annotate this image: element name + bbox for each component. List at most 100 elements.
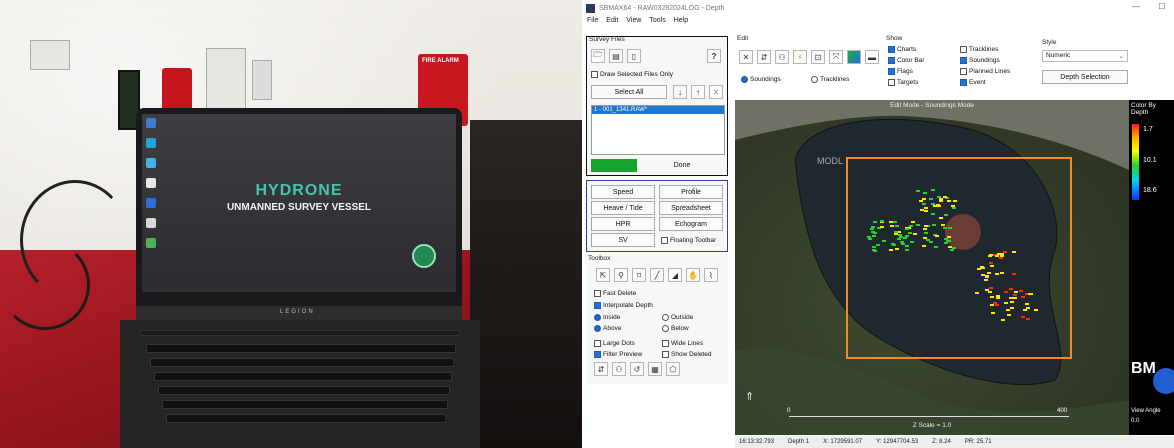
binoculars-icon[interactable]: ⚇ xyxy=(775,50,789,64)
color-map-icon[interactable] xyxy=(847,50,861,64)
remove-file-icon[interactable]: ✕ xyxy=(709,85,723,99)
expand-icon[interactable]: ⤧ xyxy=(829,50,843,64)
maximize-button[interactable]: ☐ xyxy=(1156,2,1168,14)
outside-radio[interactable]: Outside xyxy=(662,314,693,321)
sounding-point xyxy=(880,226,885,228)
inside-radio[interactable]: Inside xyxy=(594,314,620,321)
binoculars-icon[interactable]: ⚇ xyxy=(612,362,626,376)
select-all-button[interactable]: Select All xyxy=(591,85,667,99)
sounding-point xyxy=(912,232,917,235)
sounding-point xyxy=(916,189,921,192)
menu-edit[interactable]: Edit xyxy=(606,17,618,29)
filter-sort-icon[interactable]: ⇵ xyxy=(757,50,771,64)
show-tracklines-checkbox[interactable]: Tracklines xyxy=(960,46,998,53)
above-radio[interactable]: Above xyxy=(594,325,621,332)
scale-left: 0 xyxy=(787,408,791,414)
heave-tide-button[interactable]: Heave / Tide xyxy=(591,201,655,215)
undo-icon[interactable]: ↺ xyxy=(630,362,644,376)
large-dots-checkbox[interactable]: Large Dots xyxy=(594,340,635,347)
shape-icon[interactable]: ⬠ xyxy=(666,362,680,376)
lasso-icon[interactable]: ⌇ xyxy=(704,268,718,282)
sounding-point xyxy=(922,244,927,247)
wide-lines-checkbox[interactable]: Wide Lines xyxy=(662,340,703,347)
status-bar: 16:13:32.793 Depth 1 X: 1729591.07 Y: 12… xyxy=(735,436,1174,448)
show-soundings-checkbox[interactable]: Soundings xyxy=(960,57,1000,64)
grid-icon[interactable]: ▦ xyxy=(648,362,662,376)
sounding-point xyxy=(975,292,980,295)
move-up-icon[interactable]: ↑ xyxy=(691,85,705,99)
hpr-button[interactable]: HPR xyxy=(591,217,655,231)
sounding-point xyxy=(890,225,895,228)
move-down-icon[interactable]: ↓ xyxy=(673,85,687,99)
spreadsheet-button[interactable]: Spreadsheet xyxy=(659,201,723,215)
pointer-icon[interactable]: ⇱ xyxy=(596,268,610,282)
sounding-point xyxy=(898,234,903,236)
file-list-item[interactable]: 1 - 001_1341.RAW* xyxy=(592,106,724,114)
map-view[interactable]: MODL Edit Mode - Soundings Mode 0 400 Z … xyxy=(735,100,1129,435)
radio-dot xyxy=(594,325,601,332)
sounding-point xyxy=(1009,306,1014,309)
style-select[interactable]: Numeric ⌄ xyxy=(1042,50,1128,62)
floating-toolbar-checkbox[interactable]: Floating Toolbar xyxy=(661,237,716,244)
sounding-point xyxy=(994,303,999,306)
checkbox-box xyxy=(888,68,895,75)
draw-selected-checkbox[interactable]: Draw Selected Files Only xyxy=(591,71,673,78)
show-tracklines-label: Tracklines xyxy=(969,46,999,53)
menu-tools[interactable]: Tools xyxy=(649,17,665,29)
below-radio[interactable]: Below xyxy=(662,325,689,332)
legend-icon[interactable]: ▬ xyxy=(865,50,879,64)
charts-checkbox[interactable]: Charts xyxy=(888,46,916,53)
checkbox-box xyxy=(591,71,598,78)
sv-button[interactable]: SV xyxy=(591,233,655,247)
desktop-icon xyxy=(146,138,156,148)
status-depth: Depth 1 xyxy=(788,439,810,445)
depth-selection-button[interactable]: Depth Selection xyxy=(1042,70,1128,84)
north-arrow-icon: ⇑ xyxy=(745,391,755,403)
menu-help[interactable]: Help xyxy=(674,17,688,29)
style-group: Style Numeric ⌄ Depth Selection xyxy=(1040,34,1174,96)
filter-preview-checkbox[interactable]: Filter Preview xyxy=(594,351,642,358)
radio-dot xyxy=(811,76,818,83)
menu-view[interactable]: View xyxy=(626,17,641,29)
view-angle-value: 0.0 xyxy=(1131,418,1140,424)
desktop-icon xyxy=(146,218,156,228)
zoom-icon[interactable]: ⚲ xyxy=(614,268,628,282)
delete-icon[interactable]: ✕ xyxy=(739,50,753,64)
minimize-button[interactable]: — xyxy=(1130,2,1142,14)
screen-subtitle: UNMANNED SURVEY VESSEL xyxy=(226,202,372,213)
planned-lines-checkbox[interactable]: Planned Lines xyxy=(960,68,1010,75)
help-button[interactable]: ? xyxy=(707,49,721,63)
edit-tracklines-radio[interactable]: Tracklines xyxy=(811,76,849,83)
status-z: Z: 8.24 xyxy=(932,439,951,445)
save-icon[interactable]: ▤ xyxy=(609,49,623,63)
filter-icon[interactable]: ⇵ xyxy=(594,362,608,376)
fast-delete-checkbox[interactable]: Fast Delete xyxy=(594,290,636,297)
outside-label: Outside xyxy=(671,314,694,321)
targets-checkbox[interactable]: Targets xyxy=(888,79,918,86)
edit-soundings-radio[interactable]: Soundings xyxy=(741,76,781,83)
speed-button[interactable]: Speed xyxy=(591,185,655,199)
event-checkbox[interactable]: Event xyxy=(960,79,986,86)
checkbox-box xyxy=(960,46,967,53)
select-region-icon[interactable]: ⌑ xyxy=(632,268,646,282)
line-icon[interactable]: ╱ xyxy=(650,268,664,282)
sounding-point xyxy=(1008,296,1013,299)
interpolate-depth-checkbox[interactable]: Interpolate Depth xyxy=(594,302,653,309)
show-deleted-checkbox[interactable]: Show Deleted xyxy=(662,351,711,358)
color-bar-checkbox[interactable]: Color Bar xyxy=(888,57,924,64)
flags-checkbox[interactable]: Flags xyxy=(888,68,913,75)
compass-icon[interactable] xyxy=(1153,368,1174,394)
document-icon[interactable]: ▯ xyxy=(627,49,641,63)
checkbox-box xyxy=(661,237,668,244)
open-folder-icon[interactable]: 🗁 xyxy=(591,49,605,63)
echogram-button[interactable]: Echogram xyxy=(659,217,723,231)
fit-icon[interactable]: ⊡ xyxy=(811,50,825,64)
profile-button[interactable]: Profile xyxy=(659,185,723,199)
sounding-point xyxy=(894,224,899,227)
sounding-point xyxy=(1004,290,1009,293)
hand-icon[interactable]: ✋ xyxy=(686,268,700,282)
laptop-brand: LEGION xyxy=(280,309,315,315)
wand-icon[interactable]: ⚡ xyxy=(793,50,807,64)
eraser-icon[interactable]: ◢ xyxy=(668,268,682,282)
menu-file[interactable]: File xyxy=(587,17,598,29)
